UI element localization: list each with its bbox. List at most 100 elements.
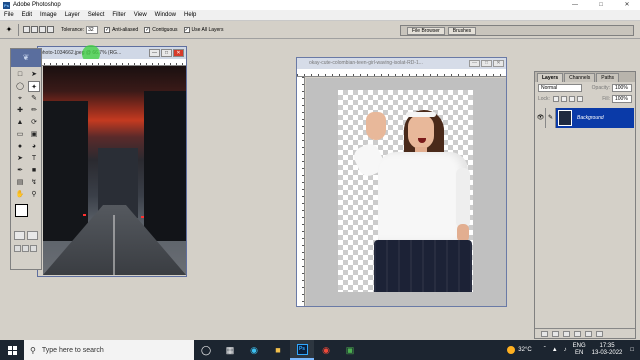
lock-transparency-icon[interactable] [552,95,559,102]
blur-tool-icon[interactable]: ● [14,141,26,152]
widgets-icon[interactable]: ▦ [218,340,242,360]
document-window-girl[interactable]: okay-cute-colombian-teen-girl-waving-iso… [296,57,507,307]
maximize-button[interactable]: □ [588,0,614,10]
lock-pixels-icon[interactable] [560,95,567,102]
foreground-color[interactable] [15,204,28,217]
link-brush-icon[interactable]: ✎ [546,108,556,128]
doc-maximize-button[interactable]: □ [481,60,492,67]
network-icon[interactable]: ▲ [552,347,558,353]
magic-wand-tool-icon[interactable]: ✦ [28,81,40,92]
brushes-tab[interactable]: Brushes [447,26,477,35]
gradient-tool-icon[interactable]: ▣ [28,129,40,140]
chrome-icon[interactable]: ◉ [314,340,338,360]
menu-file[interactable]: File [0,12,18,18]
tab-paths[interactable]: Paths [596,73,620,82]
layer-set-icon[interactable] [563,330,570,337]
add-selection-icon[interactable] [31,26,38,33]
fill-input[interactable]: 100% [612,94,632,103]
tab-channels[interactable]: Channels [564,73,596,82]
move-tool-icon[interactable]: ➤ [28,69,40,80]
menu-filter[interactable]: Filter [108,12,129,18]
slice-tool-icon[interactable]: ✎ [28,93,40,104]
marquee-tool-icon[interactable]: □ [14,69,26,80]
lock-position-icon[interactable] [568,95,575,102]
history-brush-icon[interactable]: ⟳ [28,117,40,128]
edge-icon[interactable]: ◉ [242,340,266,360]
quick-mask-icon[interactable] [27,231,38,240]
notifications-icon[interactable]: □ [630,347,634,353]
intersect-selection-icon[interactable] [47,26,54,33]
transparent-canvas[interactable] [338,90,473,292]
dodge-tool-icon[interactable]: ◕ [28,141,40,152]
layer-mask-icon[interactable] [552,330,559,337]
city-street-image[interactable] [43,66,186,275]
menu-image[interactable]: Image [36,12,61,18]
eraser-tool-icon[interactable]: ▭ [14,129,26,140]
menu-layer[interactable]: Layer [61,12,84,18]
adjustment-layer-icon[interactable] [574,330,581,337]
screen-mode-menubar-icon[interactable] [22,245,29,252]
photoshop-taskbar-icon[interactable]: Ps [290,340,314,360]
new-layer-icon[interactable] [585,330,592,337]
doc-minimize-button[interactable]: — [149,49,160,57]
menu-window[interactable]: Window [151,12,180,18]
type-tool-icon[interactable]: T [28,153,40,164]
chevron-up-icon[interactable]: ˆ [544,347,546,353]
file-explorer-icon[interactable]: ■ [266,340,290,360]
layer-style-icon[interactable] [541,330,548,337]
task-view-icon[interactable]: ◯ [194,340,218,360]
path-select-icon[interactable]: ➤ [14,153,26,164]
crop-tool-icon[interactable]: ⌖ [14,93,26,104]
tolerance-input[interactable]: 32 [86,25,99,34]
doc-close-button[interactable]: ✕ [493,60,504,67]
eyedropper-tool-icon[interactable]: ↯ [28,177,40,188]
clock[interactable]: 17:35 13-03-2022 [592,343,623,357]
shape-tool-icon[interactable]: ■ [28,165,40,176]
doc-close-button[interactable]: ✕ [173,49,184,57]
lock-all-icon[interactable] [576,95,583,102]
screen-mode-full-icon[interactable] [30,245,37,252]
doc-maximize-button[interactable]: □ [161,49,172,57]
girl-skirt [374,240,472,292]
start-button[interactable] [0,340,24,360]
healing-tool-icon[interactable]: ✚ [14,105,26,116]
lasso-tool-icon[interactable]: ◯ [14,81,26,92]
language-indicator[interactable]: ENG EN [573,343,586,357]
file-browser-tab[interactable]: File Browser [407,26,445,35]
menu-help[interactable]: Help [180,12,200,18]
canvas-area[interactable] [306,78,506,306]
document-title-bar[interactable]: okay-cute-colombian-teen-girl-waving-iso… [297,58,506,69]
anti-aliased-checkbox[interactable]: ✓ Anti-aliased [104,26,138,33]
minimize-button[interactable]: — [562,0,588,10]
opacity-input[interactable]: 100% [612,83,632,92]
magic-wand-icon[interactable]: ✦ [4,25,14,35]
volume-icon[interactable]: ♪ [564,347,567,353]
document-title-bar[interactable]: photo-1034662.jpeg @ 66.7% (RG... — □ ✕ [38,45,186,63]
layer-background[interactable]: 👁 ✎ Background [536,108,634,128]
delete-layer-icon[interactable] [596,330,603,337]
contiguous-checkbox[interactable]: ✓ Contiguous [144,26,178,33]
visibility-eye-icon[interactable]: 👁 [536,108,546,128]
close-button[interactable]: ✕ [614,0,640,10]
brush-tool-icon[interactable]: ✏ [28,105,40,116]
document-window-city[interactable]: photo-1034662.jpeg @ 66.7% (RG... — □ ✕ [37,45,187,277]
stamp-tool-icon[interactable]: ▲ [14,117,26,128]
taskbar-search[interactable]: ⚲ Type here to search [24,340,194,360]
menu-view[interactable]: View [130,12,151,18]
new-selection-icon[interactable] [23,26,30,33]
store-icon[interactable]: ▣ [338,340,362,360]
doc-minimize-button[interactable]: — [469,60,480,67]
hand-tool-icon[interactable]: ✋ [14,189,26,200]
blend-mode-select[interactable]: Normal [538,83,582,92]
zoom-tool-icon[interactable]: ⚲ [28,189,40,200]
notes-tool-icon[interactable]: ▤ [14,177,26,188]
use-all-layers-checkbox[interactable]: ✓ Use All Layers [183,26,223,33]
screen-mode-standard-icon[interactable] [14,245,21,252]
tab-layers[interactable]: Layers [537,73,564,82]
weather-widget[interactable]: 32°C [507,346,537,354]
subtract-selection-icon[interactable] [39,26,46,33]
standard-mode-icon[interactable] [14,231,25,240]
menu-edit[interactable]: Edit [18,12,36,18]
pen-tool-icon[interactable]: ✒ [14,165,26,176]
menu-select[interactable]: Select [84,12,109,18]
